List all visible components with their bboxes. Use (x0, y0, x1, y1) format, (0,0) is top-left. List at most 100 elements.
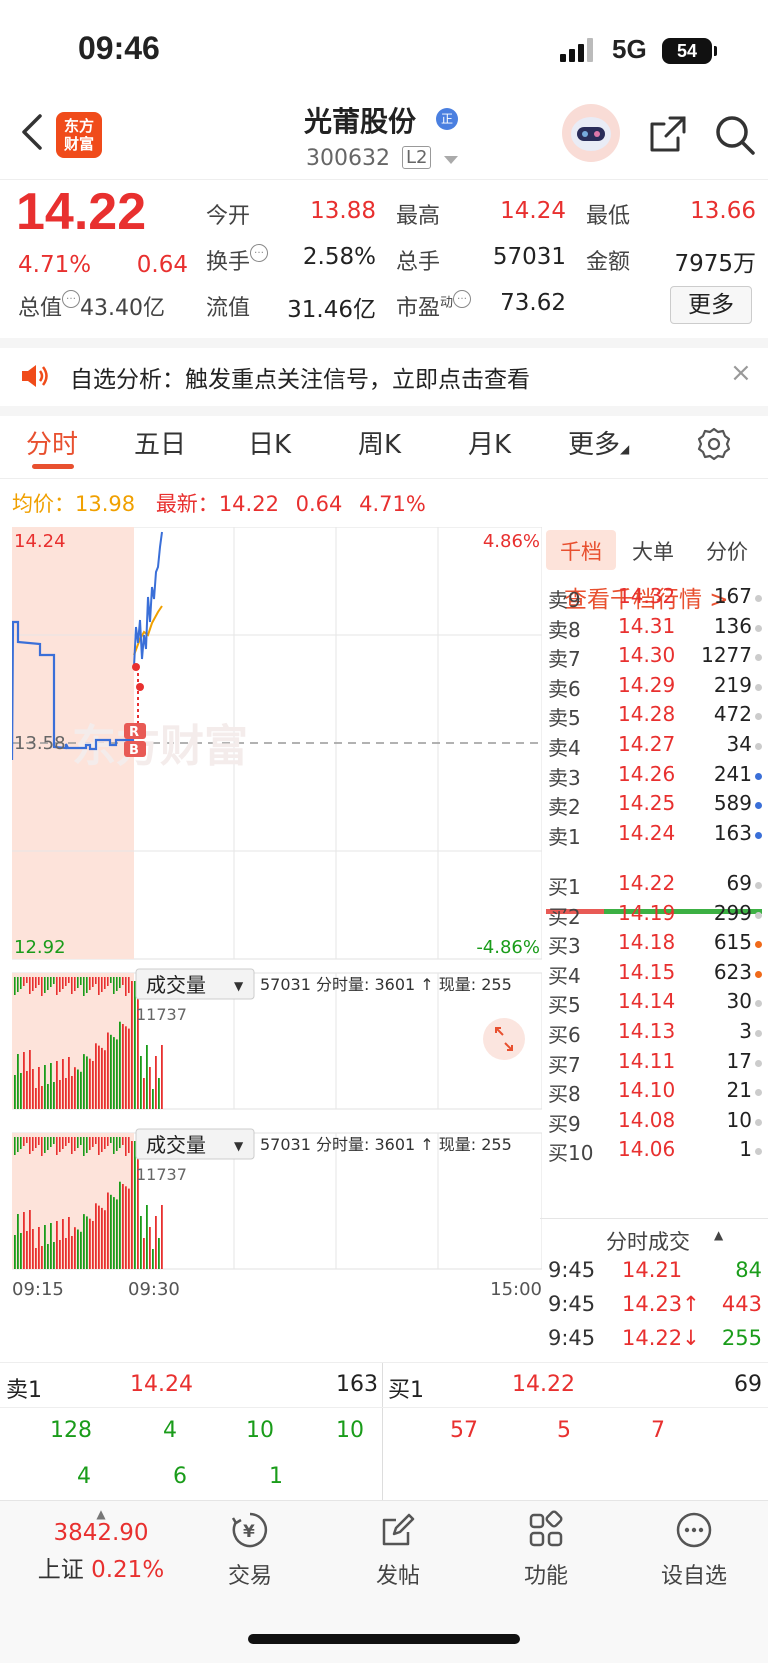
ai-assistant-avatar[interactable] (562, 104, 620, 162)
bid-row[interactable]: 买3 14.18 615 (548, 930, 762, 960)
bid-row[interactable]: 买1 14.22 69 (548, 871, 762, 901)
index-ticker[interactable]: ▲ 3842.90 上证 0.21% (36, 1508, 166, 1584)
ask-row[interactable]: 卖8 14.31 136 (548, 614, 762, 644)
bid-row[interactable]: 买7 14.11 17 (548, 1049, 762, 1079)
bid-row[interactable]: 买2 14.19 299 (548, 901, 762, 931)
volume-bar (77, 1229, 79, 1269)
order-dot-icon (755, 1059, 762, 1067)
ask-row[interactable]: 卖6 14.29 219 (548, 673, 762, 703)
tab-price-dist[interactable]: 分价 (706, 536, 748, 566)
back-arrow-icon[interactable] (18, 112, 48, 152)
tab-depth[interactable]: 千档 (560, 536, 602, 566)
expand-button[interactable] (483, 1018, 525, 1060)
ask-level-label: 卖6 (548, 676, 581, 701)
volume-bar (62, 977, 64, 989)
volume-bar (41, 1137, 43, 1156)
app-logo[interactable]: 东方 财富 (56, 112, 102, 158)
volume-bar (14, 1235, 16, 1269)
bid-row[interactable]: 买6 14.13 3 (548, 1019, 762, 1049)
volume-bar (86, 1137, 88, 1153)
volume-bar (14, 1075, 16, 1109)
ask-volume: 34 (726, 732, 752, 756)
ask-price: 14.27 (618, 732, 676, 756)
ticks-header[interactable]: 分时成交 ▲ (546, 1224, 764, 1256)
volume-bar (131, 981, 133, 1109)
volume-bar (152, 1089, 154, 1109)
ask-row[interactable]: 卖3 14.26 241 (548, 762, 762, 792)
tab-intraday[interactable]: 分时 (26, 424, 78, 461)
volume-bar (74, 1067, 76, 1109)
info-icon[interactable]: … (453, 290, 472, 308)
bid-price: 14.15 (618, 959, 676, 984)
info-icon[interactable]: … (250, 244, 269, 262)
volume-bar (107, 1032, 109, 1109)
high-value: 14.24 (500, 198, 566, 224)
volume-bar (134, 1141, 136, 1269)
volume-bar (95, 1203, 97, 1269)
tick-price: 14.21 (622, 1258, 683, 1282)
pct-axis-top: 4.86% (483, 531, 540, 552)
trade-icon: ¥ (231, 1512, 268, 1548)
bid-row[interactable]: 买5 14.14 30 (548, 989, 762, 1019)
bid-volume: 615 (713, 930, 752, 955)
bid-row[interactable]: 买4 14.15 623 (548, 960, 762, 990)
search-icon[interactable] (714, 114, 756, 156)
volume-bar (122, 977, 124, 985)
volume-bar (98, 977, 100, 995)
tab-more[interactable]: 更多◢ (568, 424, 629, 461)
ask-row[interactable]: 卖7 14.30 1277 (548, 643, 762, 673)
volume-bar (83, 977, 85, 996)
tab-five-day[interactable]: 五日 (134, 424, 186, 461)
intraday-chart[interactable]: 东方财富 R B 14.24 13.58 12.92 4.86% -4.86% … (12, 527, 542, 1327)
ask-row[interactable]: 卖9 14.32 167 (548, 584, 762, 614)
volume-bar (83, 1214, 85, 1269)
open-label: 今开 (206, 204, 251, 229)
notice-text[interactable]: 自选分析：触发重点关注信号，立即点击查看 (70, 360, 530, 394)
ask-level-label: 卖4 (548, 736, 581, 760)
caret-up-icon: ▲ (96, 1507, 106, 1521)
nav-add-watchlist[interactable]: 设自选 (644, 1510, 744, 1590)
nav-post[interactable]: 发帖 (348, 1510, 448, 1590)
tab-weekly-k[interactable]: 周K (358, 424, 401, 461)
bid-price: 14.14 (618, 989, 676, 1014)
tick-price: 14.22↓ (622, 1326, 700, 1350)
share-icon[interactable] (648, 114, 688, 154)
ask-row[interactable]: 卖5 14.28 472 (548, 702, 762, 732)
ask-price: 14.32 (618, 584, 676, 608)
volume-bar (125, 1186, 127, 1269)
change-percent: 4.71% (18, 252, 92, 278)
volume-bar (143, 1238, 145, 1269)
volume-bar (92, 977, 94, 987)
change-amount: 0.64 (136, 252, 188, 278)
bid-row[interactable]: 买8 14.10 21 (548, 1078, 762, 1108)
turnover-label: 换手… (206, 244, 269, 276)
nav-trade[interactable]: ¥ 交易 (200, 1510, 300, 1590)
volume-bar (26, 1071, 28, 1109)
volume-bar (59, 1240, 61, 1269)
bid-row[interactable]: 买9 14.08 10 (548, 1108, 762, 1138)
index-name: 上证 (37, 1557, 84, 1583)
dropdown-arrow-icon[interactable] (444, 156, 458, 164)
bid1-label: 买1 (388, 1378, 424, 1403)
nav-functions[interactable]: 功能 (496, 1510, 596, 1590)
volume-bar (128, 1137, 130, 1153)
more-button[interactable]: 更多 (670, 286, 752, 324)
volume-bar (38, 977, 40, 985)
ask-row[interactable]: 卖4 14.27 34 (548, 732, 762, 762)
bid-volume: 10 (726, 1107, 752, 1132)
info-icon[interactable]: … (62, 290, 81, 308)
tab-daily-k[interactable]: 日K (248, 424, 291, 461)
stock-name[interactable]: 光莆股份 (304, 100, 416, 140)
ask-row[interactable]: 卖1 14.24 163 (548, 821, 762, 851)
ask-row[interactable]: 卖2 14.25 589 (548, 791, 762, 821)
close-icon[interactable]: × (730, 358, 752, 388)
volume-bar (116, 1199, 118, 1269)
volume-bar (26, 1137, 28, 1143)
bid-price: 14.11 (618, 1048, 676, 1073)
gear-icon[interactable] (696, 426, 732, 462)
tab-big-orders[interactable]: 大单 (632, 536, 674, 566)
tab-monthly-k[interactable]: 月K (468, 424, 511, 461)
order-dot-icon (755, 882, 762, 889)
bid-row[interactable]: 买10 14.06 1 (548, 1137, 762, 1167)
volume-label: 总手 (396, 250, 441, 275)
